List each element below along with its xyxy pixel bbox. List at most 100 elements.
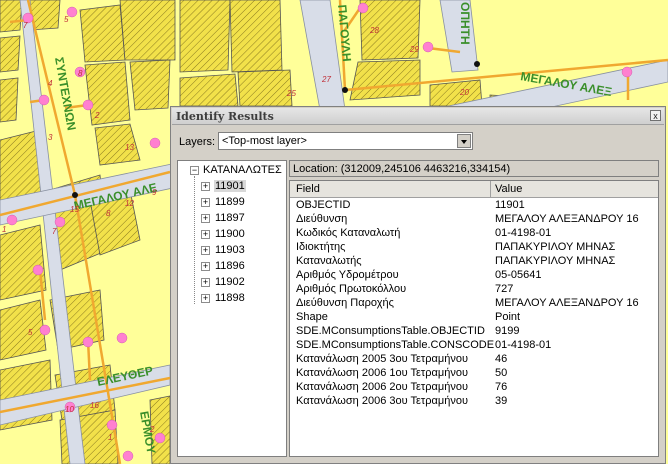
value-cell: ΠΑΠΑΚΥΡΙΛΟΥ ΜΗΝΑΣ (495, 241, 616, 253)
value-cell: ΜΕΓΑΛΟΥ ΑΛΕΞΑΝΔΡΟΥ 16 (495, 297, 639, 309)
value-cell: 11901 (495, 199, 525, 211)
svg-text:8: 8 (78, 69, 83, 78)
value-cell: 39 (495, 395, 508, 407)
svg-text:20: 20 (459, 88, 469, 97)
svg-text:15: 15 (70, 205, 79, 214)
field-cell: SDE.MConsumptionsTable.OBJECTID (296, 325, 485, 337)
field-cell: Καταναλωτής (296, 255, 362, 267)
svg-text:28: 28 (369, 26, 379, 35)
table-row[interactable]: OBJECTID 11901 (290, 199, 658, 213)
svg-text:1: 1 (108, 433, 112, 442)
tree-item-label[interactable]: 11902 (215, 276, 245, 288)
value-cell: 46 (495, 353, 508, 365)
field-cell: Shape (296, 311, 328, 323)
field-cell: Αριθμός Πρωτοκόλλου (296, 283, 407, 295)
tree-item-label[interactable]: 11903 (215, 244, 245, 256)
table-row[interactable]: Κατανάλωση 2006 3ου Τετραμήνου 39 (290, 395, 658, 409)
layers-label: Layers: (179, 136, 216, 148)
field-cell: Κατανάλωση 2006 2ου Τετραμήνου (296, 381, 468, 393)
layers-dropdown[interactable]: <Top-most layer> (218, 132, 473, 150)
table-row[interactable]: Κωδικός Καταναλωτή 01-4198-01 (290, 227, 658, 241)
value-cell: 01-4198-01 (495, 227, 552, 239)
field-cell: Αριθμός Υδρομέτρου (296, 269, 399, 281)
svg-text:2: 2 (149, 425, 155, 434)
value-cell: ΜΕΓΑΛΟΥ ΑΛΕΞΑΝΔΡΟΥ 16 (495, 213, 639, 225)
svg-text:10: 10 (65, 405, 74, 414)
tree-connector (194, 176, 195, 304)
value-cell: 9199 (495, 325, 520, 337)
svg-text:8: 8 (106, 209, 111, 218)
location-bar: Location: (312009,245106 4463216,334154) (289, 160, 659, 177)
field-cell: Κωδικός Καταναλωτή (296, 227, 401, 239)
grid-header: Field Value (290, 181, 658, 198)
svg-text:4: 4 (48, 79, 53, 88)
dialog-titlebar[interactable]: Identify Results x (172, 108, 664, 125)
table-row[interactable]: SDE.MConsumptionsTable.CONSCODE 01-4198-0… (290, 339, 658, 353)
value-cell: ΠΑΠΑΚΥΡΙΛΟΥ ΜΗΝΑΣ (495, 255, 616, 267)
field-cell: Κατανάλωση 2006 3ου Τετραμήνου (296, 395, 468, 407)
svg-text:29: 29 (409, 45, 419, 54)
svg-text:12: 12 (125, 199, 134, 208)
tree-root-label[interactable]: ΚΑΤΑΝΑΛΩΤΕΣ (203, 164, 282, 176)
column-header-field[interactable]: Field (296, 183, 320, 195)
expand-icon[interactable]: + (201, 214, 210, 223)
svg-text:1: 1 (2, 225, 6, 234)
table-row[interactable]: Διεύθυνση Παροχής ΜΕΓΑΛΟΥ ΑΛΕΞΑΝΔΡΟΥ 16 (290, 297, 658, 311)
expand-icon[interactable]: + (201, 246, 210, 255)
value-cell: 50 (495, 367, 508, 379)
value-cell: 727 (495, 283, 514, 295)
field-cell: Ιδιοκτήτης (296, 241, 346, 253)
table-row[interactable]: Διεύθυνση ΜΕΓΑΛΟΥ ΑΛΕΞΑΝΔΡΟΥ 16 (290, 213, 658, 227)
svg-text:5: 5 (28, 328, 33, 337)
attributes-grid[interactable]: Field Value OBJECTID 11901 Διεύθυνση ΜΕΓΑΛ… (289, 180, 659, 457)
svg-text:2: 2 (94, 111, 100, 120)
table-row[interactable]: Shape Point (290, 311, 658, 325)
table-row[interactable]: Αριθμός Υδρομέτρου 05-05641 (290, 269, 658, 283)
svg-text:9: 9 (152, 188, 157, 197)
table-row[interactable]: Κατανάλωση 2006 2ου Τετραμήνου 76 (290, 381, 658, 395)
svg-text:7: 7 (23, 21, 28, 30)
table-row[interactable]: Ιδιοκτήτης ΠΑΠΑΚΥΡΙΛΟΥ ΜΗΝΑΣ (290, 241, 658, 255)
chevron-down-icon[interactable] (457, 134, 471, 148)
expand-icon[interactable]: + (201, 294, 210, 303)
tree-item-label[interactable]: 11897 (215, 212, 245, 224)
column-header-value[interactable]: Value (495, 183, 522, 195)
value-cell: 05-05641 (495, 269, 542, 281)
expand-icon[interactable]: + (201, 262, 210, 271)
expand-icon[interactable]: + (201, 278, 210, 287)
value-cell: 76 (495, 381, 508, 393)
identify-results-dialog: Identify Results x Layers: <Top-most lay… (170, 106, 666, 464)
tree-item-label[interactable]: 11896 (215, 260, 245, 272)
expand-icon[interactable]: + (201, 230, 210, 239)
expand-icon[interactable]: + (201, 198, 210, 207)
svg-text:3: 3 (48, 133, 53, 142)
tree-item-label[interactable]: 11899 (215, 196, 245, 208)
svg-text:5: 5 (64, 15, 69, 24)
field-cell: SDE.MConsumptionsTable.CONSCODE (296, 339, 495, 351)
table-row[interactable]: Καταναλωτής ΠΑΠΑΚΥΡΙΛΟΥ ΜΗΝΑΣ (290, 255, 658, 269)
column-divider[interactable] (490, 181, 491, 197)
tree-item-label[interactable]: 11901 (214, 180, 246, 192)
results-tree[interactable]: − ΚΑΤΑΝΑΛΩΤΕΣ + 11901 + 11899 + 11897 + … (177, 160, 287, 457)
collapse-icon[interactable]: − (190, 166, 199, 175)
table-row[interactable]: Αριθμός Πρωτοκόλλου 727 (290, 283, 658, 297)
svg-text:25: 25 (286, 89, 296, 98)
location-text: Location: (312009,245106 4463216,334154) (293, 163, 511, 175)
table-row[interactable]: Κατανάλωση 2006 1ου Τετραμήνου 50 (290, 367, 658, 381)
dialog-title: Identify Results (176, 110, 274, 123)
layers-dropdown-value: <Top-most layer> (222, 135, 307, 147)
value-cell: Point (495, 311, 521, 323)
table-row[interactable]: Κατανάλωση 2005 3ου Τετραμήνου 46 (290, 353, 658, 367)
close-button[interactable]: x (650, 110, 661, 121)
field-cell: Διεύθυνση (296, 213, 348, 225)
expand-icon[interactable]: + (201, 182, 210, 191)
svg-text:13: 13 (125, 143, 134, 152)
tree-item-label[interactable]: 11900 (215, 228, 245, 240)
field-cell: Κατανάλωση 2005 3ου Τετραμήνου (296, 353, 468, 365)
field-cell: Κατανάλωση 2006 1ου Τετραμήνου (296, 367, 468, 379)
table-row[interactable]: SDE.MConsumptionsTable.OBJECTID 9199 (290, 325, 658, 339)
tree-item-label[interactable]: 11898 (215, 292, 245, 304)
street-label-opiti: ΟΠΗΤΗ (458, 2, 472, 45)
svg-text:16: 16 (90, 401, 99, 410)
field-cell: OBJECTID (296, 199, 351, 211)
